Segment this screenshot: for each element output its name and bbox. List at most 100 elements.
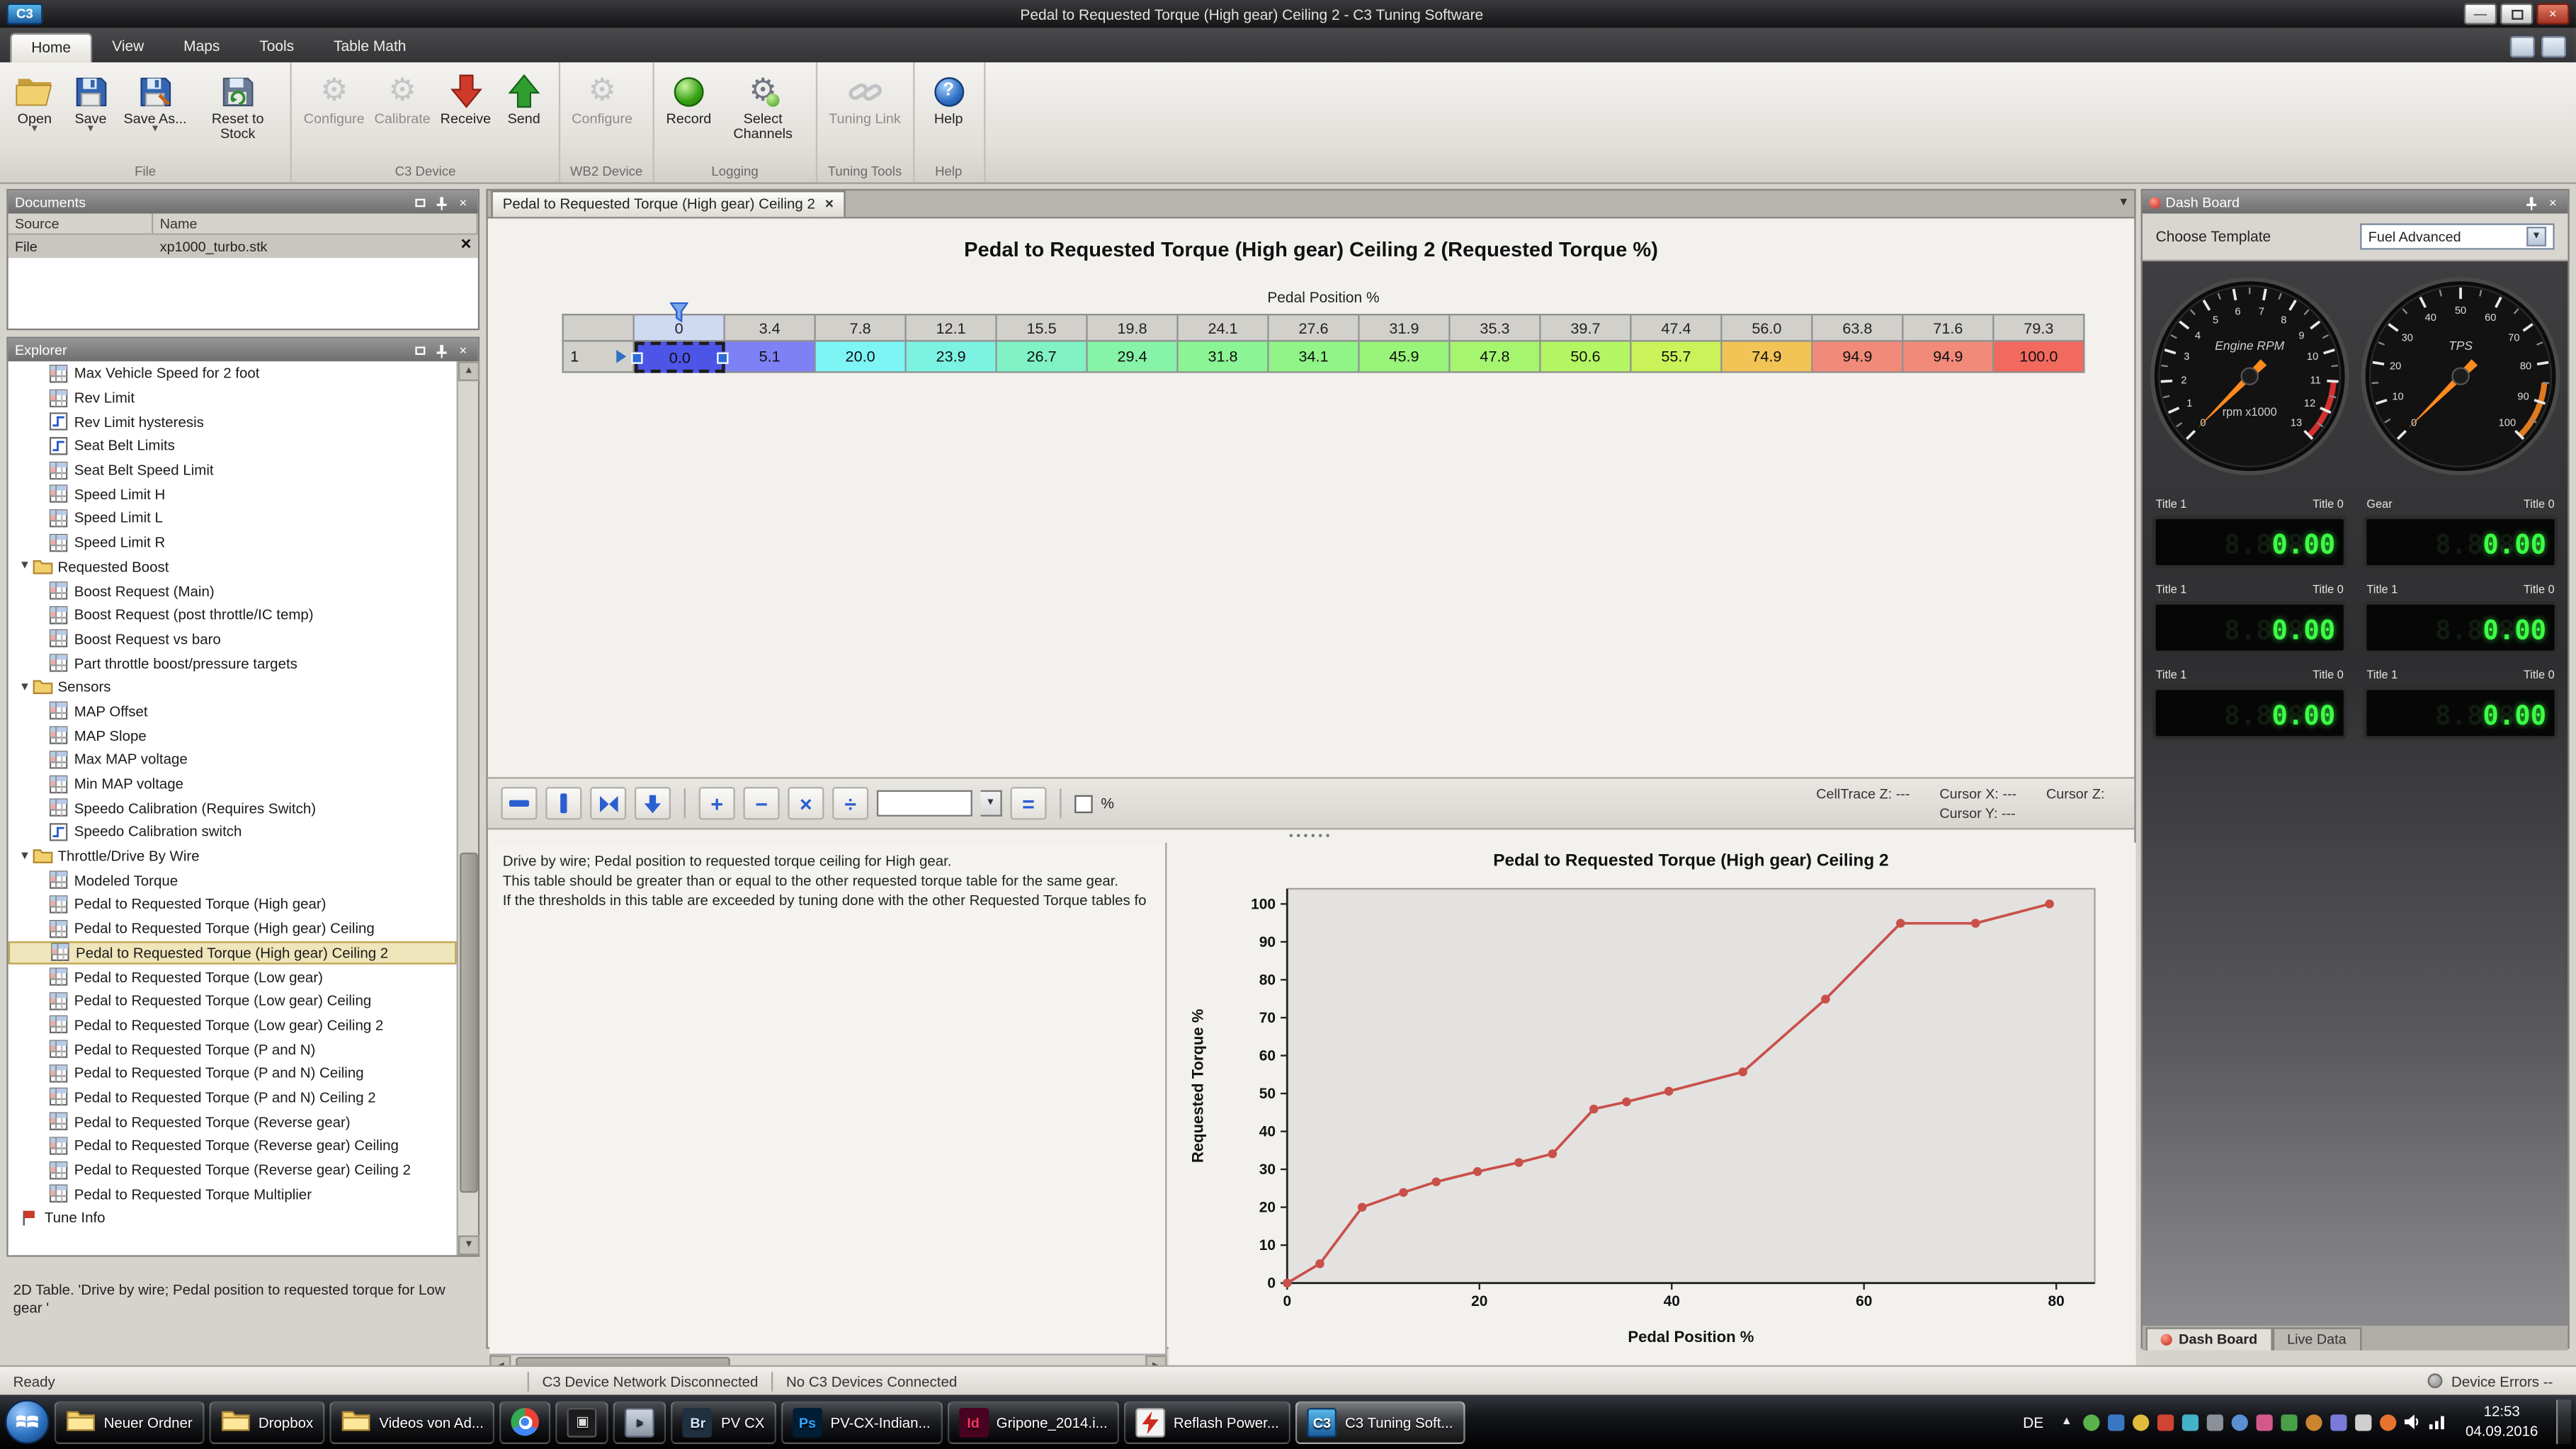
tree-item-speedo-calibration-switch[interactable]: Speedo Calibration switch [8, 820, 457, 844]
table-header-cell[interactable]: 79.3 [1995, 314, 2085, 341]
taskbar-item-app-media[interactable]: ▸ [614, 1401, 666, 1443]
tray-network-icon[interactable] [2427, 1412, 2447, 1432]
save-as--button[interactable]: Save As...▼ [119, 66, 192, 163]
tab-list-dropdown-icon[interactable]: ▼ [2118, 197, 2129, 208]
taskbar-item-neuer-ordner[interactable]: Neuer Ordner [55, 1401, 204, 1443]
subtract-button[interactable]: − [743, 787, 779, 819]
table-cell[interactable]: 23.9 [907, 341, 997, 373]
tree-item-pedal-to-requested-torque-high-gear-[interactable]: Pedal to Requested Torque (High gear) [8, 892, 457, 916]
tree-item-boost-request-vs-baro[interactable]: Boost Request vs baro [8, 627, 457, 651]
panel-pin-icon[interactable] [2523, 195, 2539, 210]
tuning-link-button[interactable]: Tuning Link [824, 66, 906, 163]
value-input-dropdown-icon[interactable]: ▼ [981, 790, 1002, 817]
table-header-cell[interactable]: 47.4 [1632, 314, 1723, 341]
tree-item-pedal-to-requested-torque-p-and-n-ceilin[interactable]: Pedal to Requested Torque (P and N) Ceil… [8, 1061, 457, 1085]
table-cell[interactable]: 47.8 [1451, 341, 1541, 373]
divide-button[interactable]: ÷ [832, 787, 868, 819]
open-button[interactable]: Open▼ [6, 66, 62, 163]
tree-item-pedal-to-requested-torque-reverse-gear-c[interactable]: Pedal to Requested Torque (Reverse gear)… [8, 1158, 457, 1182]
taskbar-item-c3-tuning-soft-[interactable]: C3C3 Tuning Soft... [1295, 1401, 1465, 1443]
tree-item-pedal-to-requested-torque-high-gear-ceil[interactable]: Pedal to Requested Torque (High gear) Ce… [8, 916, 457, 941]
tray-icon-11[interactable] [2329, 1412, 2349, 1432]
taskbar-item-app-dark[interactable]: ▣ [556, 1401, 608, 1443]
save-button[interactable]: Save▼ [62, 66, 118, 163]
tree-item-throttle-drive-by-wire[interactable]: ▼Throttle/Drive By Wire [8, 844, 457, 868]
documents-col-name[interactable]: Name [153, 214, 477, 234]
tray-icon-6[interactable] [2205, 1412, 2225, 1432]
start-button[interactable] [5, 1399, 50, 1444]
table-cell[interactable]: 55.7 [1632, 341, 1723, 373]
scroll-down-icon[interactable]: ▼ [458, 1235, 480, 1255]
tree-item-requested-boost[interactable]: ▼Requested Boost [8, 555, 457, 579]
panel-float-icon[interactable] [412, 195, 429, 210]
close-button[interactable]: × [2536, 4, 2570, 25]
table-header-cell[interactable]: 31.9 [1360, 314, 1451, 341]
document-row[interactable]: File xp1000_turbo.stk × [8, 235, 478, 258]
taskbar-item-reflash-power-[interactable]: Reflash Power... [1124, 1401, 1290, 1443]
tray-icon-7[interactable] [2230, 1412, 2249, 1432]
remove-document-button[interactable]: × [461, 235, 472, 256]
tree-item-speed-limit-h[interactable]: Speed Limit H [8, 482, 457, 506]
tree-item-max-map-voltage[interactable]: Max MAP voltage [8, 747, 457, 771]
documents-col-source[interactable]: Source [8, 214, 154, 234]
tray-icon-13[interactable] [2378, 1412, 2398, 1432]
template-select[interactable]: Fuel Advanced ▼ [2360, 223, 2555, 249]
tray-icon-1[interactable] [2082, 1412, 2101, 1432]
tree-item-pedal-to-requested-torque-p-and-n-[interactable]: Pedal to Requested Torque (P and N) [8, 1037, 457, 1061]
tree-item-min-map-voltage[interactable]: Min MAP voltage [8, 772, 457, 796]
selection-handle-right[interactable] [717, 351, 728, 363]
table-cell[interactable]: 50.6 [1541, 341, 1632, 373]
interpolate-icon[interactable] [590, 787, 626, 819]
taskbar-item-pv-cx[interactable]: BrPV CX [671, 1401, 776, 1443]
taskbar-item-gripone-2014-i-[interactable]: IdGripone_2014.i... [947, 1401, 1119, 1443]
table-header-cell[interactable]: 35.3 [1451, 314, 1541, 341]
table-header-cell[interactable]: 7.8 [816, 314, 907, 341]
document-tab[interactable]: Pedal to Requested Torque (High gear) Ce… [491, 191, 845, 217]
table-header-cell[interactable]: 3.4 [725, 314, 816, 341]
menu-tab-home[interactable]: Home [10, 33, 92, 62]
percent-checkbox[interactable] [1074, 795, 1093, 813]
panel-close-icon[interactable]: × [455, 195, 471, 210]
tree-item-part-throttle-boost-pressure-targets[interactable]: Part throttle boost/pressure targets [8, 651, 457, 675]
panel-pin-icon[interactable] [433, 195, 450, 210]
tree-item-pedal-to-requested-torque-multiplier[interactable]: Pedal to Requested Torque Multiplier [8, 1182, 457, 1206]
value-input[interactable] [877, 790, 972, 817]
tree-item-tune-info[interactable]: Tune Info [8, 1206, 457, 1230]
pane-splitter[interactable]: •••••• [488, 829, 2135, 843]
table-cell[interactable]: 94.9 [1813, 341, 1904, 373]
table-cell[interactable]: 0.0 [635, 341, 725, 373]
explorer-scrollbar[interactable]: ▲ ▼ [457, 361, 478, 1255]
tree-item-pedal-to-requested-torque-low-gear-ceili[interactable]: Pedal to Requested Torque (Low gear) Cei… [8, 989, 457, 1013]
tray-icon-2[interactable] [2106, 1412, 2126, 1432]
table-cell[interactable]: 74.9 [1723, 341, 1813, 373]
window-layout-icon[interactable] [2510, 36, 2535, 57]
table-header-cell[interactable]: 39.7 [1541, 314, 1632, 341]
help-button[interactable]: ?Help [921, 66, 977, 163]
select-channels-button[interactable]: ⚙Select Channels [717, 66, 809, 163]
panel-close-icon[interactable]: × [455, 343, 471, 358]
fill-down-icon[interactable] [635, 787, 671, 819]
tree-expander-icon[interactable]: ▼ [18, 681, 32, 693]
table-header-cell[interactable]: 0 [635, 314, 725, 341]
menu-tab-tools[interactable]: Tools [239, 33, 314, 62]
tree-item-sensors[interactable]: ▼Sensors [8, 675, 457, 699]
selection-handle-left[interactable] [631, 351, 642, 363]
tree-item-pedal-to-requested-torque-high-gear-ceil[interactable]: Pedal to Requested Torque (High gear) Ce… [8, 941, 457, 965]
tray-icon-12[interactable] [2354, 1412, 2373, 1432]
tree-item-pedal-to-requested-torque-low-gear-ceili[interactable]: Pedal to Requested Torque (Low gear) Cei… [8, 1013, 457, 1037]
table-cell[interactable]: 45.9 [1360, 341, 1451, 373]
tray-hidden-icons-chevron[interactable]: ▲ [2057, 1412, 2077, 1432]
tree-item-map-slope[interactable]: MAP Slope [8, 723, 457, 747]
add-button[interactable]: + [699, 787, 735, 819]
tab-dash-board[interactable]: Dash Board [2146, 1327, 2273, 1350]
tray-icon-10[interactable] [2304, 1412, 2324, 1432]
language-indicator[interactable]: DE [2018, 1414, 2048, 1430]
table-header-cell[interactable]: 12.1 [907, 314, 997, 341]
tree-expander-icon[interactable]: ▼ [18, 851, 32, 862]
configure-button[interactable]: ⚙Configure [299, 66, 370, 163]
reset-to-stock-button[interactable]: Reset to Stock [192, 66, 284, 163]
column-view-icon[interactable] [545, 787, 581, 819]
tree-item-boost-request-main-[interactable]: Boost Request (Main) [8, 579, 457, 603]
table-header-cell[interactable]: 15.5 [997, 314, 1088, 341]
menu-tab-maps[interactable]: Maps [164, 33, 239, 62]
